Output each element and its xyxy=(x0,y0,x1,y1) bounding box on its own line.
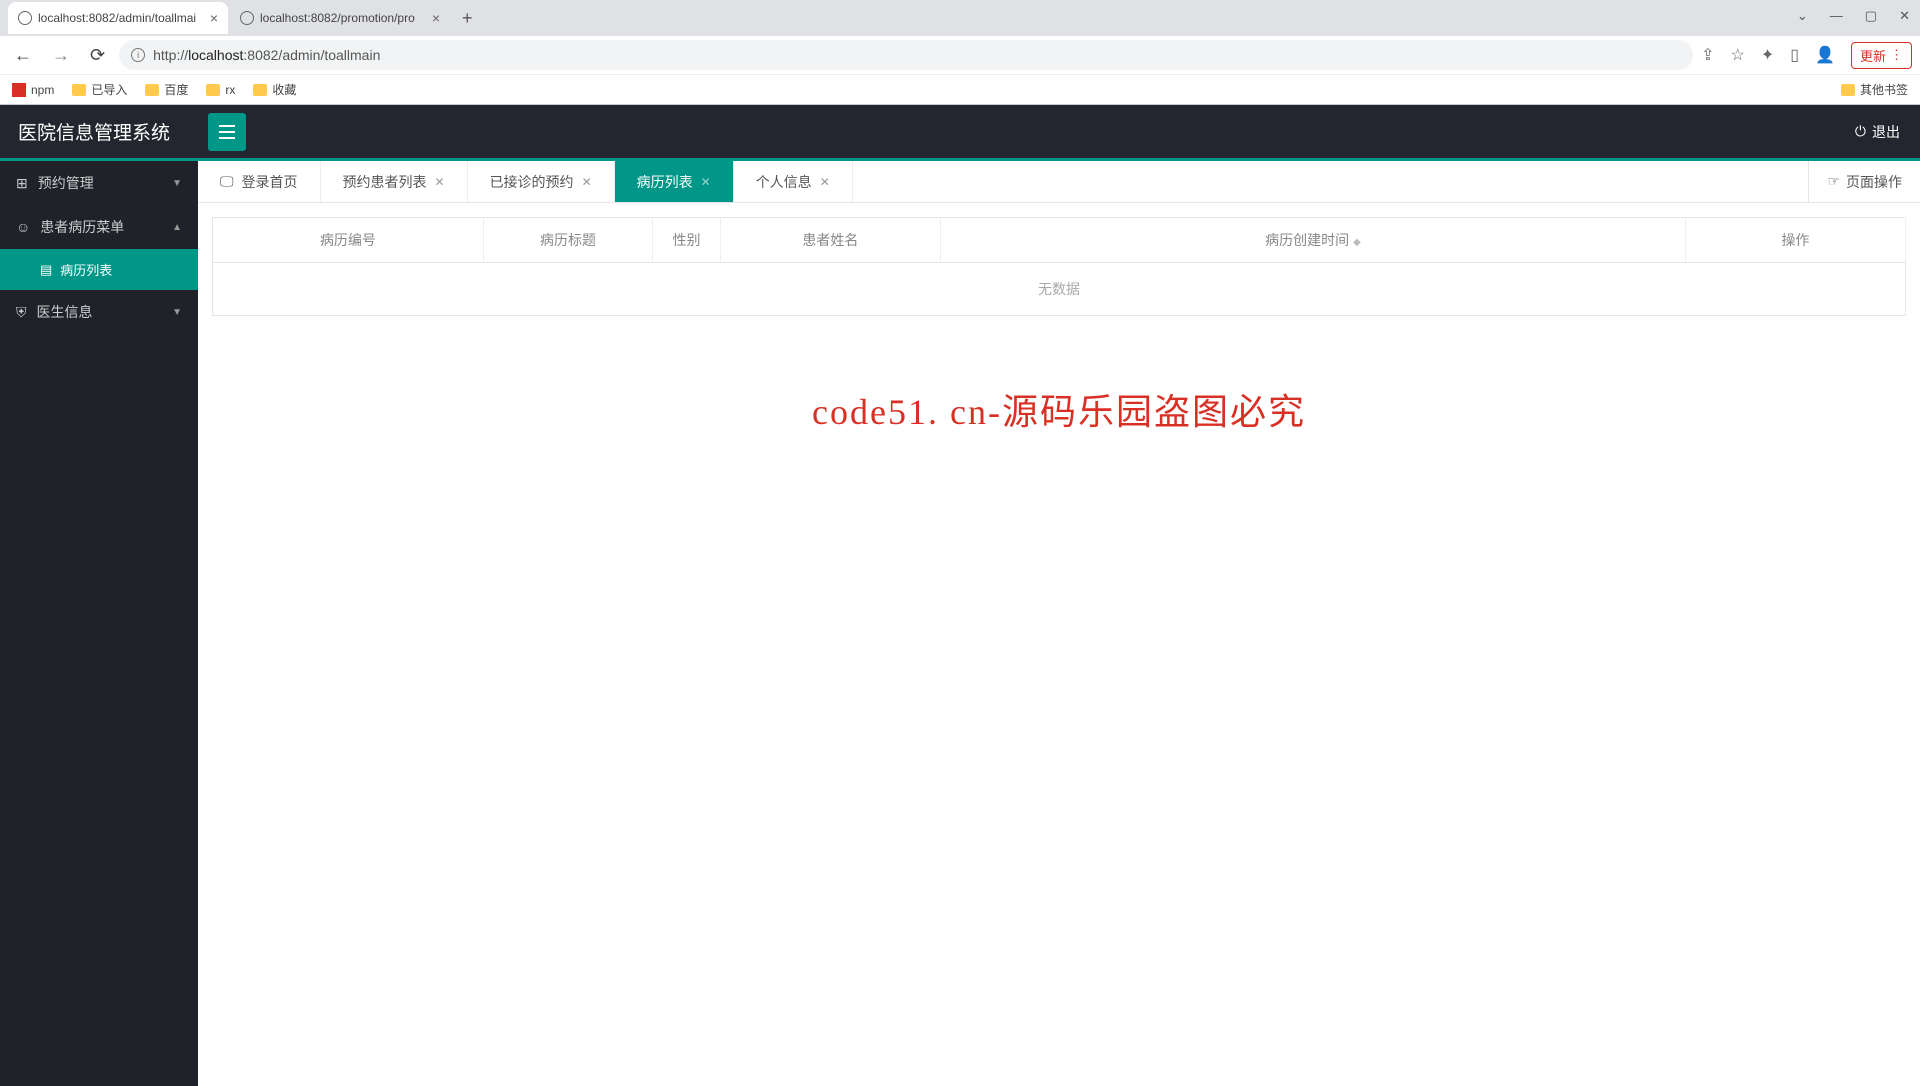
close-icon[interactable]: ✕ xyxy=(435,175,445,189)
reload-button[interactable]: ⟳ xyxy=(84,41,111,70)
app-title: 医院信息管理系统 xyxy=(0,118,188,145)
chevron-up-icon: ▲ xyxy=(172,222,182,233)
profile-icon[interactable]: 👤 xyxy=(1815,45,1835,65)
globe-icon xyxy=(240,11,254,25)
bookmark-item[interactable]: rx xyxy=(206,83,235,97)
globe-icon xyxy=(18,11,32,25)
panel-icon[interactable]: ▯ xyxy=(1790,45,1799,65)
tab-label: localhost:8082/admin/toallmai xyxy=(38,11,196,25)
sidebar: ⊞预约管理 ▼ ☺患者病历菜单 ▲ ▤ 病历列表 ⛨医生信息 ▼ xyxy=(0,161,198,1086)
address-bar: ← → ⟳ i http://localhost:8082/admin/toal… xyxy=(0,36,1920,74)
hand-icon: ☞ xyxy=(1827,173,1840,190)
monitor-icon: 🖵 xyxy=(220,173,234,190)
menu-toggle-button[interactable] xyxy=(208,113,246,151)
browser-chrome: localhost:8082/admin/toallmai × localhos… xyxy=(0,0,1920,105)
chevron-down-icon: ▼ xyxy=(172,307,182,318)
records-table: 病历编号 病历标题 性别 患者姓名 病历创建时间◆ 操作 无数据 xyxy=(212,217,1906,316)
close-icon[interactable]: × xyxy=(210,10,218,26)
col-name[interactable]: 患者姓名 xyxy=(720,218,940,263)
close-icon[interactable]: ✕ xyxy=(701,175,711,189)
share-icon[interactable]: ⇪ xyxy=(1701,45,1714,65)
user-icon: ☺ xyxy=(16,219,30,235)
url-input[interactable]: i http://localhost:8082/admin/toallmain xyxy=(119,40,1693,70)
tab-records[interactable]: 病历列表 ✕ xyxy=(615,161,734,202)
col-title[interactable]: 病历标题 xyxy=(483,218,652,263)
main-panel: 🖵 登录首页 预约患者列表 ✕ 已接诊的预约 ✕ 病历列表 ✕ 个人信息 xyxy=(198,161,1920,1086)
tab-accepted[interactable]: 已接诊的预约 ✕ xyxy=(468,161,615,202)
bookmark-bar: npm 已导入 百度 rx 收藏 其他书签 xyxy=(0,74,1920,104)
col-id[interactable]: 病历编号 xyxy=(213,218,484,263)
window-controls: ⌄ — ▢ ✕ xyxy=(1797,8,1910,24)
folder-icon xyxy=(1841,84,1855,96)
minimize-icon[interactable]: — xyxy=(1830,8,1843,24)
browser-tab-bar: localhost:8082/admin/toallmai × localhos… xyxy=(0,0,1920,36)
browser-tab[interactable]: localhost:8082/admin/toallmai × xyxy=(8,2,228,34)
bookmark-item[interactable]: 收藏 xyxy=(253,81,296,98)
back-button[interactable]: ← xyxy=(8,41,38,70)
maximize-icon[interactable]: ▢ xyxy=(1865,8,1877,24)
empty-state: 无数据 xyxy=(213,263,1906,316)
sidebar-item-appointment[interactable]: ⊞预约管理 ▼ xyxy=(0,161,198,205)
browser-tab[interactable]: localhost:8082/promotion/pro × xyxy=(230,2,450,34)
bookmark-item[interactable]: 已导入 xyxy=(72,81,127,98)
close-icon[interactable]: ✕ xyxy=(820,175,830,189)
sort-icon: ◆ xyxy=(1353,237,1361,248)
app-topbar: 医院信息管理系统 ⏻ 退出 xyxy=(0,105,1920,161)
sidebar-item-doctor[interactable]: ⛨医生信息 ▼ xyxy=(0,290,198,334)
watermark: code51. cn-源码乐园盗图必究 xyxy=(812,383,1306,435)
sidebar-sub-record-list[interactable]: ▤ 病历列表 xyxy=(0,249,198,290)
other-bookmarks[interactable]: 其他书签 xyxy=(1841,81,1908,98)
address-actions: ⇪ ☆ ✦ ▯ 👤 更新⋮ xyxy=(1701,42,1912,69)
folder-icon xyxy=(206,84,220,96)
hamburger-icon xyxy=(219,125,235,139)
folder-icon xyxy=(253,84,267,96)
url-text: http://localhost:8082/admin/toallmain xyxy=(153,47,380,63)
content-area: 病历编号 病历标题 性别 患者姓名 病历创建时间◆ 操作 无数据 code51.… xyxy=(198,203,1920,330)
close-icon[interactable]: ✕ xyxy=(582,175,592,189)
sidebar-item-records[interactable]: ☺患者病历菜单 ▲ xyxy=(0,205,198,249)
info-icon[interactable]: i xyxy=(131,48,145,62)
shield-icon: ⛨ xyxy=(16,304,27,321)
npm-icon xyxy=(12,83,26,97)
list-icon: ▤ xyxy=(40,262,52,278)
close-window-icon[interactable]: ✕ xyxy=(1899,8,1910,24)
bookmark-item[interactable]: 百度 xyxy=(145,81,188,98)
power-icon: ⏻ xyxy=(1855,123,1866,140)
bookmark-item[interactable]: npm xyxy=(12,83,54,97)
chevron-down-icon: ▼ xyxy=(172,178,182,189)
tab-home[interactable]: 🖵 登录首页 xyxy=(198,161,321,202)
new-tab-button[interactable]: + xyxy=(452,8,483,29)
folder-icon xyxy=(145,84,159,96)
col-action[interactable]: 操作 xyxy=(1685,218,1905,263)
tab-patient-list[interactable]: 预约患者列表 ✕ xyxy=(321,161,468,202)
col-gender[interactable]: 性别 xyxy=(653,218,721,263)
dropdown-icon[interactable]: ⌄ xyxy=(1797,8,1808,24)
grid-icon: ⊞ xyxy=(16,175,28,192)
forward-button[interactable]: → xyxy=(46,41,76,70)
tab-label: localhost:8082/promotion/pro xyxy=(260,11,415,25)
update-button[interactable]: 更新⋮ xyxy=(1851,42,1912,69)
star-icon[interactable]: ☆ xyxy=(1731,45,1745,65)
extensions-icon[interactable]: ✦ xyxy=(1761,45,1774,65)
col-time[interactable]: 病历创建时间◆ xyxy=(940,218,1685,263)
tab-profile[interactable]: 个人信息 ✕ xyxy=(734,161,853,202)
page-ops-button[interactable]: ☞ 页面操作 xyxy=(1808,161,1920,202)
app-tabs-row: 🖵 登录首页 预约患者列表 ✕ 已接诊的预约 ✕ 病历列表 ✕ 个人信息 xyxy=(198,161,1920,203)
logout-button[interactable]: ⏻ 退出 xyxy=(1855,122,1900,142)
close-icon[interactable]: × xyxy=(432,10,440,26)
folder-icon xyxy=(72,84,86,96)
